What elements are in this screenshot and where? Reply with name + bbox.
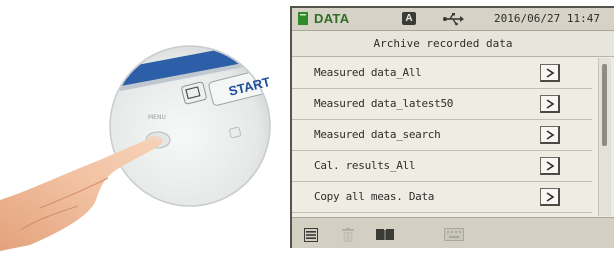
menu-item-label: Cal. results_All xyxy=(314,159,416,172)
mode-label: DATA xyxy=(314,11,350,26)
menu-item-arrow-button[interactable] xyxy=(540,64,560,82)
book-icon[interactable] xyxy=(376,228,394,241)
svg-text:MENU: MENU xyxy=(148,114,166,121)
menu-item-copy-all-meas-data[interactable]: Copy all meas. Data xyxy=(292,182,592,213)
archive-menu-list: Measured data_All Measured data_latest50… xyxy=(292,58,592,213)
menu-item-arrow-button[interactable] xyxy=(540,95,560,113)
trash-icon[interactable] xyxy=(342,228,354,242)
finger-press-illustration: MENU START xyxy=(0,45,272,251)
bottom-toolbar xyxy=(292,217,614,248)
menu-item-arrow-button[interactable] xyxy=(540,157,560,175)
chevron-right-icon xyxy=(546,68,555,78)
chevron-right-icon xyxy=(546,161,555,171)
device-screen: DATA A 2016/06/27 11:47 Archive recorded… xyxy=(290,6,614,248)
menu-item-arrow-button[interactable] xyxy=(540,126,560,144)
keyboard-icon[interactable] xyxy=(444,228,464,241)
datetime-display: 2016/06/27 11:47 xyxy=(494,12,600,25)
chevron-right-icon xyxy=(546,130,555,140)
auto-mode-badge: A xyxy=(402,12,416,25)
usb-icon xyxy=(443,13,464,26)
list-icon[interactable] xyxy=(304,228,318,242)
menu-item-label: Measured data_latest50 xyxy=(314,97,454,110)
chevron-right-icon xyxy=(546,192,555,202)
status-bar: DATA A 2016/06/27 11:47 xyxy=(292,8,614,31)
scrollbar-thumb[interactable] xyxy=(602,64,607,146)
menu-item-cal-results-all[interactable]: Cal. results_All xyxy=(292,151,592,182)
menu-item-label: Copy all meas. Data xyxy=(314,190,435,203)
menu-item-measured-data-all[interactable]: Measured data_All xyxy=(292,58,592,89)
menu-item-label: Measured data_All xyxy=(314,66,422,79)
data-mode-icon xyxy=(298,12,308,25)
menu-item-measured-data-search[interactable]: Measured data_search xyxy=(292,120,592,151)
menu-item-arrow-button[interactable] xyxy=(540,188,560,206)
chevron-right-icon xyxy=(546,99,555,109)
menu-scrollbar[interactable] xyxy=(598,58,611,216)
menu-item-label: Measured data_search xyxy=(314,128,441,141)
menu-item-measured-data-latest50[interactable]: Measured data_latest50 xyxy=(292,89,592,120)
screen-title: Archive recorded data xyxy=(292,31,614,57)
device-illustration: MENU START xyxy=(0,0,280,251)
